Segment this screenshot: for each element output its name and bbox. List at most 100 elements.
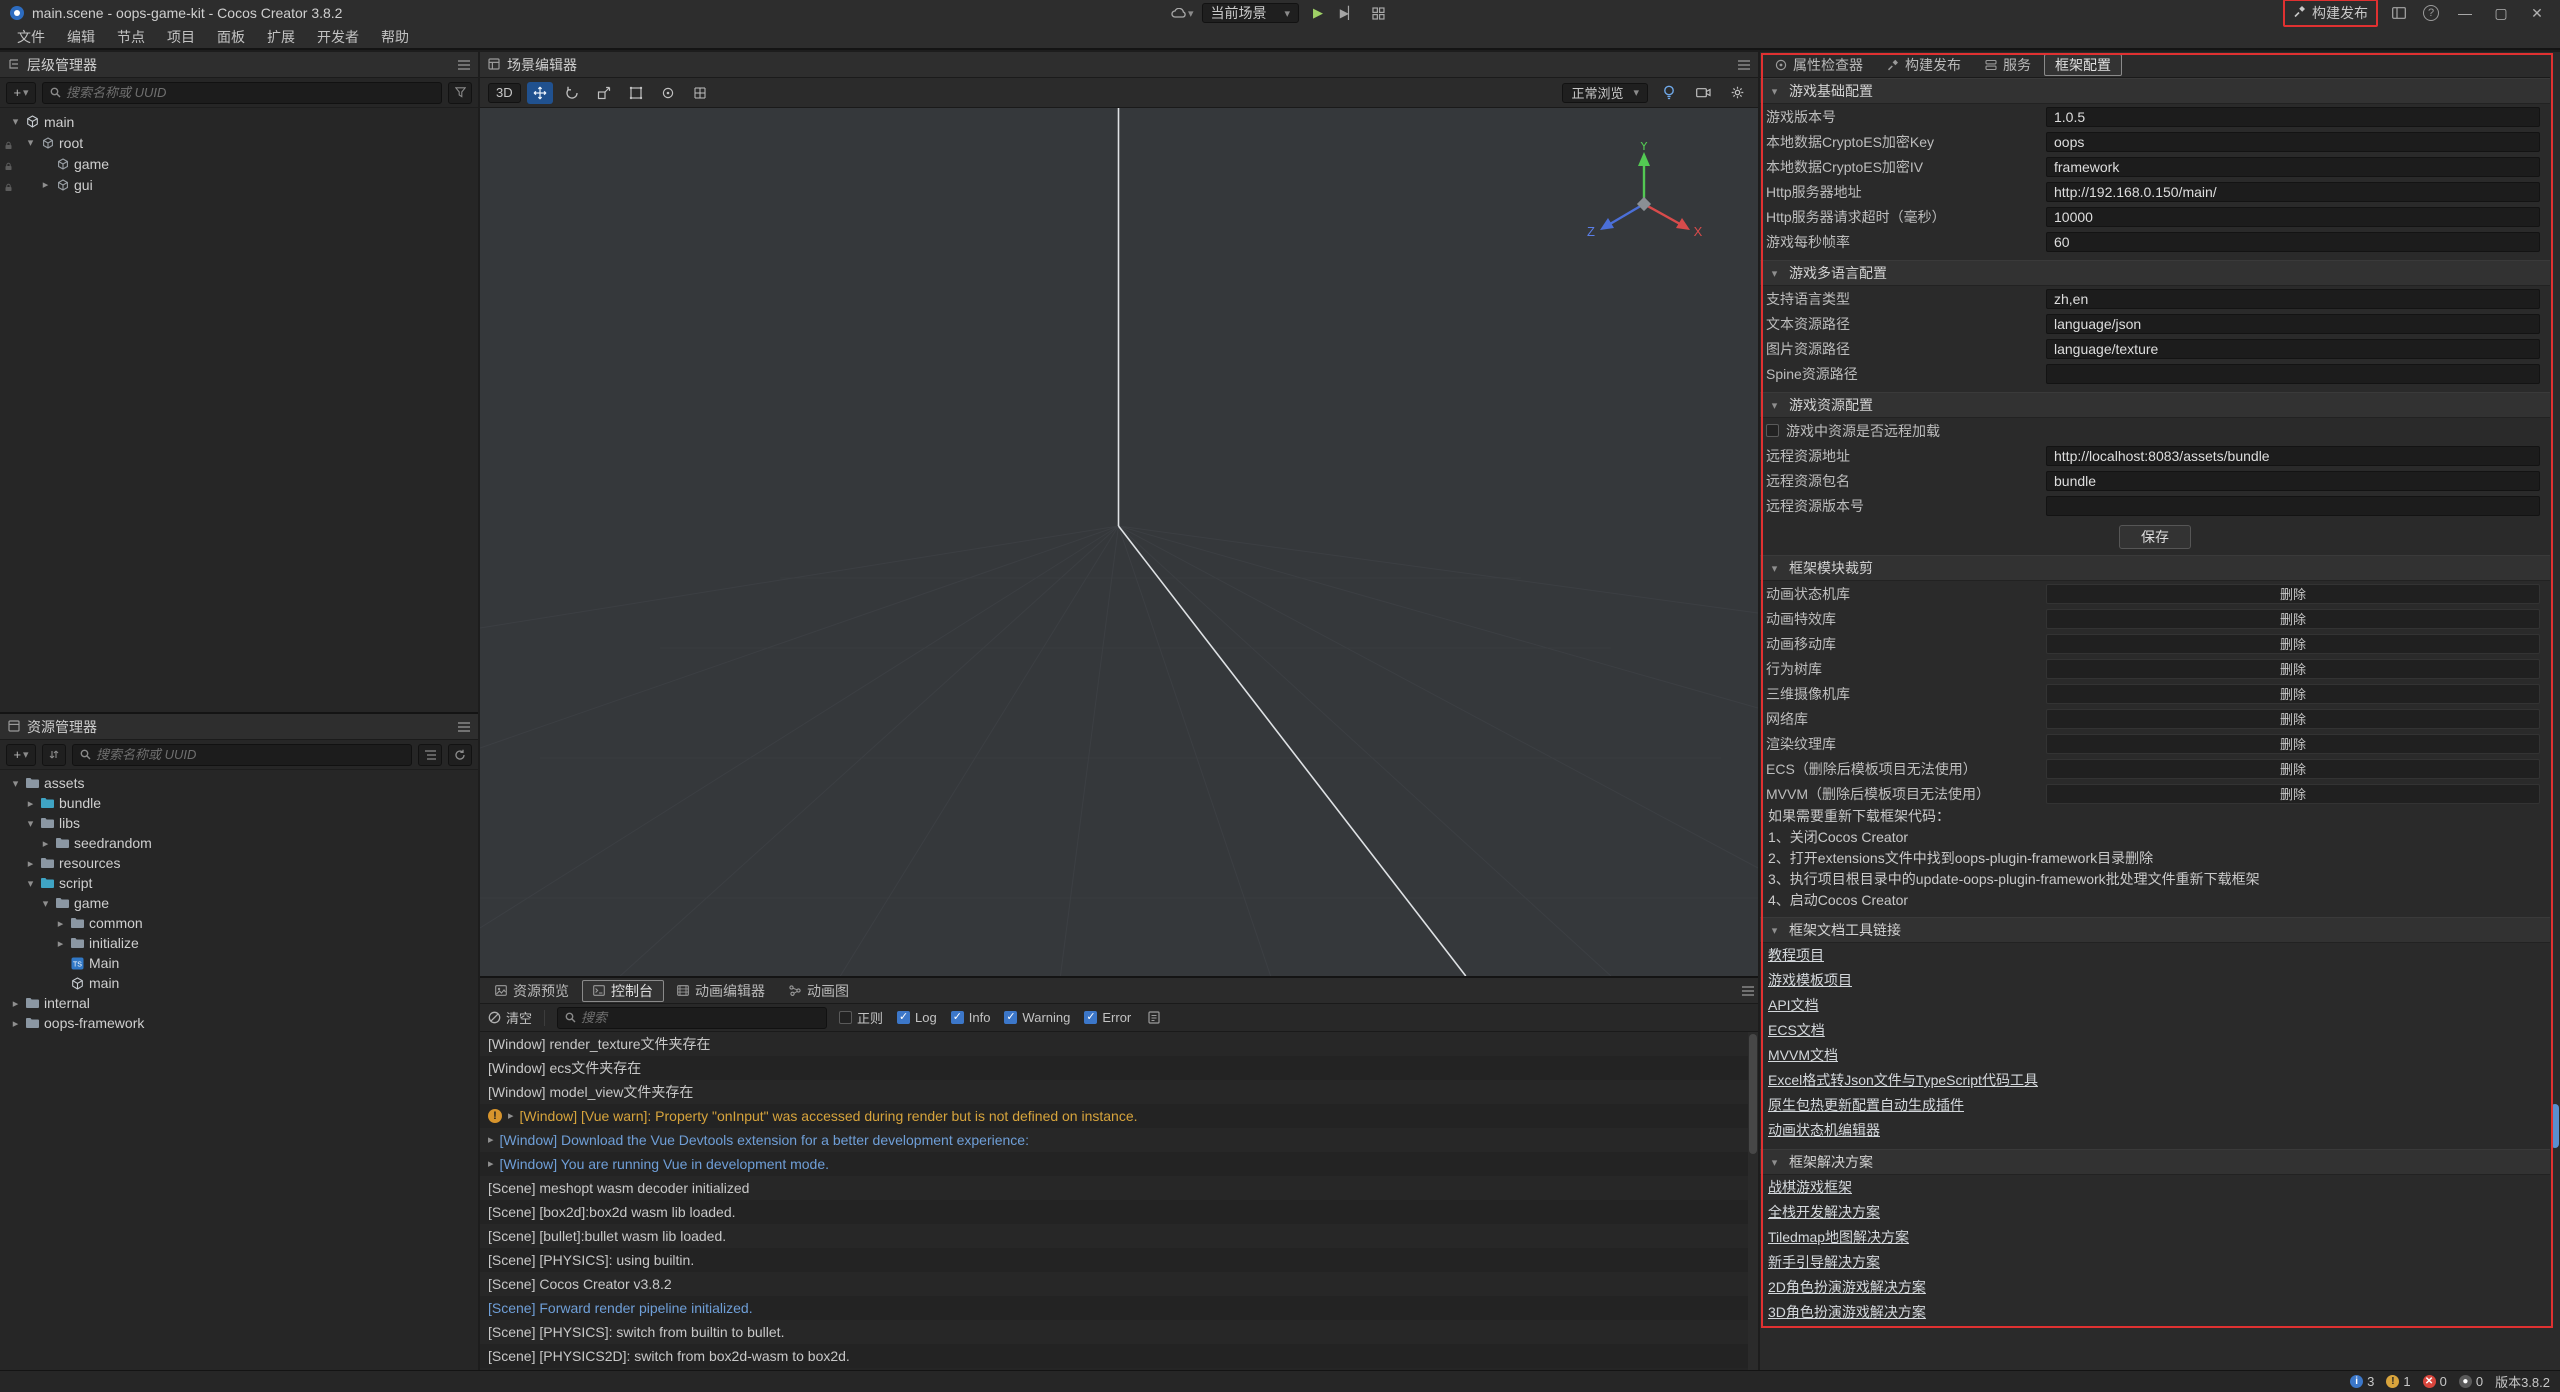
section-header[interactable]: ▾框架模块裁剪 xyxy=(1760,555,2550,581)
tab-preview[interactable]: 资源预览 xyxy=(484,980,580,1002)
scene-mode-toggle[interactable]: 3D xyxy=(488,83,521,103)
console-search-input[interactable] xyxy=(581,1010,819,1025)
lock-icon[interactable] xyxy=(4,137,13,153)
save-button[interactable]: 保存 xyxy=(2119,525,2191,549)
framework-link[interactable]: Tiledmap地图解决方案 xyxy=(1768,1225,1909,1250)
framework-link[interactable]: 全栈开发解决方案 xyxy=(1768,1200,1880,1225)
panel-layout-icon[interactable] xyxy=(2388,3,2410,23)
filter-regex[interactable]: 正则 xyxy=(839,1008,883,1027)
inspector-scroll-thumb[interactable] xyxy=(2551,1104,2559,1148)
warning-badge[interactable]: !1 xyxy=(2386,1374,2410,1389)
tab-service[interactable]: 服务 xyxy=(1974,54,2042,76)
chevron-right-icon[interactable]: ▸ xyxy=(23,797,38,810)
framework-link[interactable]: 新手引导解决方案 xyxy=(1768,1250,1880,1275)
filter-warning[interactable]: Warning xyxy=(1004,1010,1070,1025)
camera-icon[interactable] xyxy=(1690,82,1716,104)
gear-icon[interactable] xyxy=(1724,82,1750,104)
snap-tool-icon[interactable] xyxy=(687,82,713,104)
delete-module-button[interactable]: 删除 xyxy=(2046,734,2540,754)
tab-console[interactable]: 控制台 xyxy=(582,980,664,1002)
console-search[interactable] xyxy=(557,1007,827,1029)
log-row[interactable]: [Scene] [PHYSICS2D]: switch from box2d-w… xyxy=(480,1344,1758,1368)
asset-node[interactable]: ▸oops-framework xyxy=(0,1013,478,1033)
text-input[interactable]: bundle xyxy=(2046,471,2540,491)
log-row[interactable]: [Window] ecs文件夹存在 xyxy=(480,1056,1758,1080)
menu-item-1[interactable]: 编辑 xyxy=(56,26,106,48)
tab-build[interactable]: 构建发布 xyxy=(1876,54,1972,76)
preview-target-icon[interactable]: ▾ xyxy=(1171,3,1194,23)
hierarchy-menu-icon[interactable] xyxy=(458,60,470,70)
export-log-icon[interactable] xyxy=(1143,1008,1165,1028)
step-button[interactable]: ▶▏ xyxy=(1337,3,1359,23)
chevron-down-icon[interactable]: ▾ xyxy=(23,817,38,830)
checkbox-log[interactable] xyxy=(897,1011,910,1024)
play-button[interactable]: ▶ xyxy=(1307,3,1329,23)
checkbox-error[interactable] xyxy=(1084,1011,1097,1024)
inspector-scrollbar[interactable] xyxy=(2550,52,2560,1370)
rotate-tool-icon[interactable] xyxy=(559,82,585,104)
log-row[interactable]: [Scene] Cocos Creator v3.8.2 xyxy=(480,1272,1758,1296)
section-header[interactable]: ▾框架文档工具链接 xyxy=(1760,917,2550,943)
log-row[interactable]: [Scene] [bullet]:bullet wasm lib loaded. xyxy=(480,1224,1758,1248)
framework-link[interactable]: 战棋游戏框架 xyxy=(1768,1175,1852,1200)
framework-link[interactable]: 游戏模板项目 xyxy=(1768,968,1852,993)
text-input[interactable]: http://192.168.0.150/main/ xyxy=(2046,182,2540,202)
pivot-tool-icon[interactable] xyxy=(655,82,681,104)
hierarchy-search[interactable] xyxy=(42,82,442,104)
axis-gizmo[interactable]: Y X Z xyxy=(1582,142,1706,254)
asset-node[interactable]: ▾game xyxy=(0,893,478,913)
add-node-button[interactable]: +▾ xyxy=(6,82,36,104)
delete-module-button[interactable]: 删除 xyxy=(2046,659,2540,679)
build-publish-button[interactable]: 构建发布 xyxy=(2283,0,2378,27)
framework-link[interactable]: 2D角色扮演游戏解决方案 xyxy=(1768,1275,1926,1300)
chevron-down-icon[interactable]: ▾ xyxy=(23,877,38,890)
section-header[interactable]: ▾游戏基础配置 xyxy=(1760,78,2550,104)
log-row[interactable]: [Scene] [PHYSICS]: using builtin. xyxy=(480,1248,1758,1272)
text-input[interactable] xyxy=(2046,496,2540,516)
delete-module-button[interactable]: 删除 xyxy=(2046,684,2540,704)
asset-node[interactable]: ▸internal xyxy=(0,993,478,1013)
menu-item-5[interactable]: 扩展 xyxy=(256,26,306,48)
tab-framework[interactable]: 框架配置 xyxy=(2044,54,2122,76)
add-asset-button[interactable]: +▾ xyxy=(6,744,36,766)
text-input[interactable]: 10000 xyxy=(2046,207,2540,227)
delete-module-button[interactable]: 删除 xyxy=(2046,609,2540,629)
lock-icon[interactable] xyxy=(4,158,13,174)
refresh-icon[interactable] xyxy=(448,744,472,766)
asset-node[interactable]: TSMain xyxy=(0,953,478,973)
text-input[interactable] xyxy=(2046,364,2540,384)
maximize-button[interactable]: ▢ xyxy=(2488,2,2514,24)
text-input[interactable]: framework xyxy=(2046,157,2540,177)
hierarchy-node[interactable]: game xyxy=(0,153,478,174)
framework-link[interactable]: API文档 xyxy=(1768,993,1819,1018)
close-button[interactable]: ✕ xyxy=(2524,2,2550,24)
scale-tool-icon[interactable] xyxy=(591,82,617,104)
lock-icon[interactable] xyxy=(4,179,13,195)
layout-grid-icon[interactable] xyxy=(1367,3,1389,23)
delete-module-button[interactable]: 删除 xyxy=(2046,784,2540,804)
log-row[interactable]: [Scene] [PHYSICS]: switch from builtin t… xyxy=(480,1320,1758,1344)
chevron-right-icon[interactable]: ▸ xyxy=(8,997,23,1010)
message-badge[interactable]: ●0 xyxy=(2459,1374,2483,1389)
framework-link[interactable]: MVVM文档 xyxy=(1768,1043,1838,1068)
asset-node[interactable]: ▸bundle xyxy=(0,793,478,813)
checkbox-remote-load[interactable] xyxy=(1766,424,1779,437)
framework-link[interactable]: Excel格式转Json文件与TypeScript代码工具 xyxy=(1768,1068,2038,1093)
delete-module-button[interactable]: 删除 xyxy=(2046,709,2540,729)
delete-module-button[interactable]: 删除 xyxy=(2046,759,2540,779)
asset-node[interactable]: ▸common xyxy=(0,913,478,933)
checkbox-info[interactable] xyxy=(951,1011,964,1024)
section-header[interactable]: ▾游戏多语言配置 xyxy=(1760,260,2550,286)
checkbox-warning[interactable] xyxy=(1004,1011,1017,1024)
log-row[interactable]: [Scene] meshopt wasm decoder initialized xyxy=(480,1176,1758,1200)
launch-scene-select[interactable]: 当前场景▾ xyxy=(1202,3,1300,23)
assets-collapse-icon[interactable] xyxy=(418,744,442,766)
console-scroll-thumb[interactable] xyxy=(1749,1034,1757,1154)
chevron-right-icon[interactable]: ▸ xyxy=(38,178,53,191)
chevron-down-icon[interactable]: ▾ xyxy=(38,897,53,910)
checkbox-regex[interactable] xyxy=(839,1011,852,1024)
chevron-right-icon[interactable]: ▸ xyxy=(508,1104,514,1128)
asset-node[interactable]: ▸initialize xyxy=(0,933,478,953)
hierarchy-node[interactable]: ▾root xyxy=(0,132,478,153)
hierarchy-node[interactable]: ▾main xyxy=(0,111,478,132)
